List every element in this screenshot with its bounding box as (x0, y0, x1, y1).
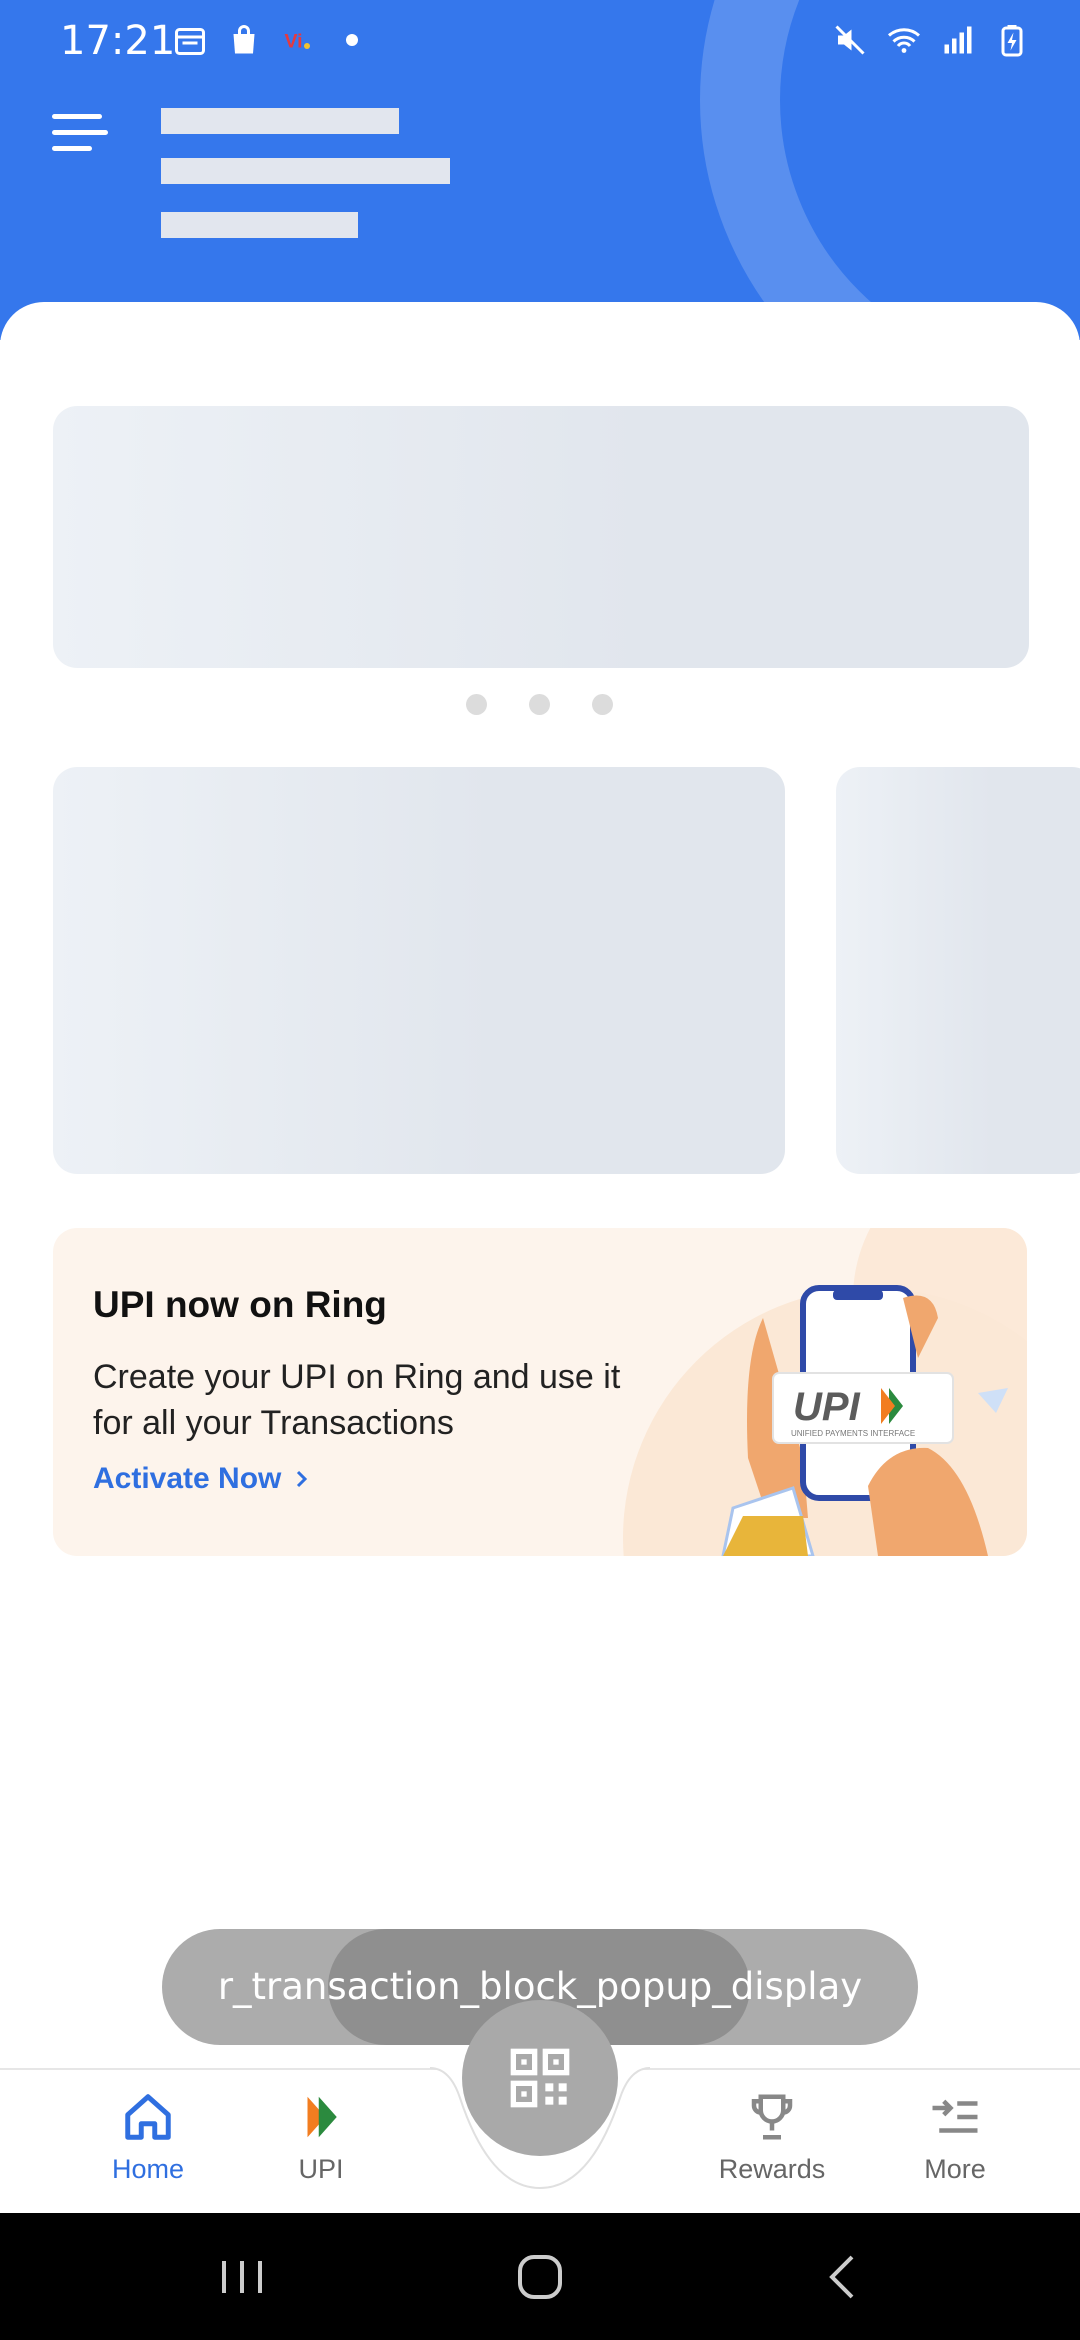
card-skeleton (836, 767, 1080, 1174)
trophy-icon (751, 2094, 793, 2140)
calendar-icon (175, 28, 205, 55)
promo-title: UPI now on Ring (93, 1284, 387, 1325)
nav-rewards[interactable]: Rewards (692, 2090, 852, 2185)
signal-icon (944, 26, 972, 54)
carousel-dot (529, 694, 550, 715)
status-bar: 17:21 Vi (0, 0, 1080, 84)
card-skeleton (53, 767, 785, 1174)
svg-text:Vi: Vi (285, 31, 303, 53)
menu-button[interactable] (52, 112, 108, 156)
upi-logo-subtext: UNIFIED PAYMENTS INTERFACE (791, 1429, 915, 1438)
nav-upi-label: UPI (298, 2154, 344, 2184)
upi-phone-illustration: UPI UNIFIED PAYMENTS INTERFACE (721, 1285, 1008, 1556)
header-skeleton-line (161, 108, 399, 134)
promo-body: Create your UPI on Ring and use it for a… (93, 1358, 621, 1442)
vi-icon: Vi (285, 31, 310, 53)
battery-charging-icon (1001, 25, 1023, 57)
upi-icon (307, 2096, 337, 2138)
system-navigation-bar (0, 2213, 1080, 2340)
header-skeleton-line (161, 158, 450, 184)
header-skeleton-line (161, 212, 358, 238)
mute-icon (835, 25, 865, 55)
chevron-right-icon (297, 1470, 308, 1488)
upi-logo-text: UPI (793, 1385, 861, 1429)
system-home-icon[interactable] (508, 2245, 572, 2309)
nav-home-label: Home (111, 2154, 185, 2184)
nav-more[interactable]: More (875, 2090, 1035, 2185)
nav-more-label: More (924, 2154, 986, 2184)
nav-rewards-label: Rewards (718, 2154, 826, 2184)
back-icon[interactable] (812, 2245, 876, 2309)
more-icon (932, 2099, 978, 2133)
activate-now-link[interactable]: Activate Now (93, 1462, 311, 1496)
activate-now-label: Activate Now (93, 1462, 282, 1495)
qr-scan-icon (510, 2048, 570, 2108)
banner-skeleton (53, 406, 1029, 668)
nav-upi[interactable]: UPI (241, 2090, 401, 2185)
home-icon (125, 2094, 171, 2140)
recent-apps-icon[interactable] (210, 2245, 274, 2309)
carousel-dot (466, 694, 487, 715)
upi-promo-card[interactable]: UPI now on Ring Create your UPI on Ring … (53, 1228, 1027, 1556)
wifi-icon (888, 28, 920, 53)
scan-qr-button[interactable] (462, 2000, 618, 2156)
carousel-indicator (466, 694, 613, 715)
nav-home[interactable]: Home (68, 2090, 228, 2185)
carousel-dot (592, 694, 613, 715)
header: 17:21 Vi (0, 0, 1080, 340)
status-time: 17:21 (60, 18, 176, 64)
dot-icon (346, 34, 358, 46)
shopping-bag-icon (233, 25, 255, 54)
